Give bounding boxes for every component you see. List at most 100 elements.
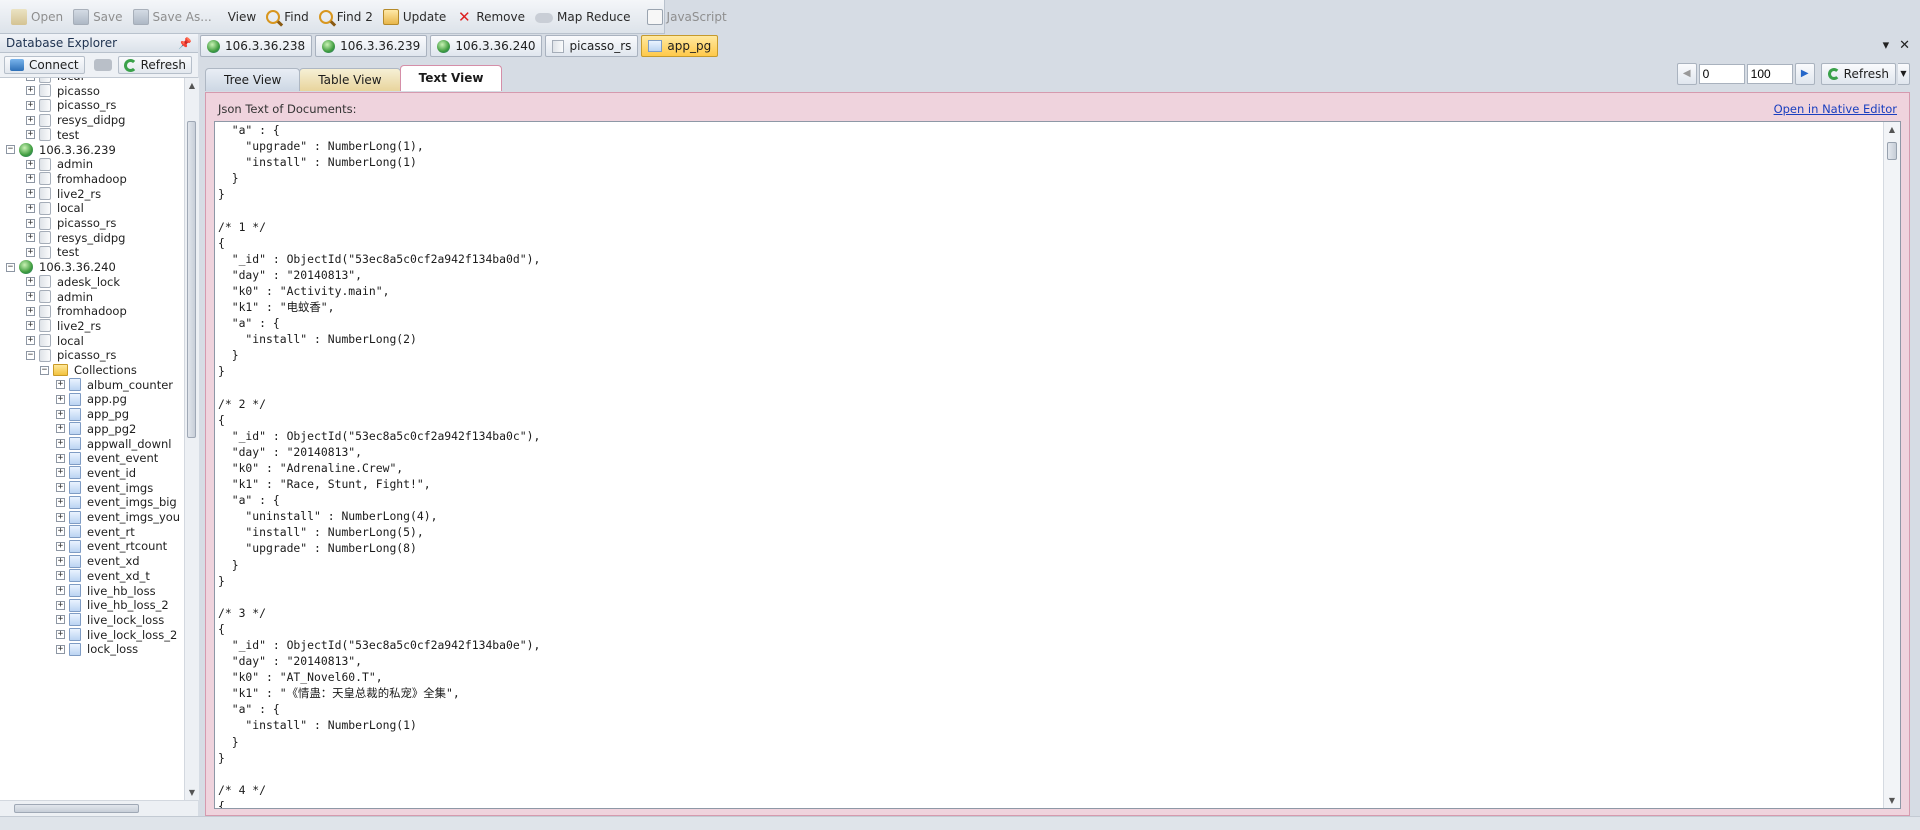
expand-icon[interactable]: + (56, 394, 65, 404)
save-as-icon (132, 8, 149, 25)
expand-icon[interactable]: + (26, 306, 35, 316)
disconnect-icon[interactable] (93, 59, 112, 71)
expand-icon[interactable]: + (26, 189, 35, 199)
prev-page-button[interactable]: ◀ (1676, 63, 1697, 85)
collapse-icon[interactable]: − (40, 365, 49, 375)
expand-icon[interactable]: + (26, 321, 35, 331)
javascript-button[interactable]: JavaScript (642, 5, 732, 29)
collapse-icon[interactable]: − (6, 145, 15, 154)
collection-table-icon (69, 451, 81, 465)
tree-vertical-scrollbar[interactable]: ▲ ▼ (184, 78, 199, 800)
tree-item-coll[interactable]: + lock_loss (56, 640, 138, 658)
tab-text-view[interactable]: Text View (399, 65, 503, 91)
explorer-refresh-button[interactable]: Refresh (117, 56, 192, 74)
expand-icon[interactable]: + (26, 86, 35, 96)
collection-table-icon (69, 554, 81, 568)
expand-icon[interactable]: + (56, 600, 65, 610)
find2-button[interactable]: Find 2 (314, 5, 378, 29)
expand-icon[interactable]: + (56, 571, 65, 581)
document-tab[interactable]: 106.3.36.240 (430, 35, 543, 57)
expand-icon[interactable]: + (26, 203, 35, 213)
expand-icon[interactable]: + (26, 277, 35, 287)
map-reduce-button[interactable]: Map Reduce (530, 5, 636, 29)
pin-icon[interactable]: 📌 (178, 37, 192, 50)
tab-table-view[interactable]: Table View (299, 68, 401, 91)
view-button[interactable]: View (223, 5, 261, 29)
expand-icon[interactable]: + (56, 556, 65, 566)
expand-icon[interactable]: + (56, 615, 65, 625)
expand-icon[interactable]: + (56, 512, 65, 522)
expand-icon[interactable]: + (56, 497, 65, 507)
expand-icon[interactable]: + (26, 218, 35, 228)
expand-icon[interactable]: + (56, 409, 65, 419)
expand-icon[interactable]: + (26, 336, 35, 346)
remove-button[interactable]: ✕ Remove (451, 5, 530, 29)
database-icon (39, 157, 51, 171)
tree-horizontal-scrollbar[interactable] (0, 800, 198, 817)
expand-icon[interactable]: + (56, 468, 65, 478)
open-label: Open (31, 9, 64, 24)
limit-input[interactable] (1746, 64, 1793, 84)
expand-icon[interactable]: + (56, 424, 65, 434)
skip-input[interactable] (1698, 64, 1745, 84)
expand-icon[interactable]: + (26, 159, 35, 169)
collection-table-icon (69, 584, 81, 597)
expand-icon[interactable]: + (26, 233, 35, 243)
json-text-editor[interactable]: "a" : { "upgrade" : NumberLong(1), "inst… (214, 121, 1901, 809)
document-tab[interactable]: picasso_rs (545, 35, 639, 57)
status-bar (0, 816, 1920, 830)
window-controls: ▾ ✕ (1883, 38, 1910, 53)
expand-icon[interactable]: + (56, 380, 65, 390)
expand-icon[interactable]: + (26, 174, 35, 184)
expand-icon[interactable]: + (56, 541, 65, 551)
expand-icon[interactable]: + (26, 100, 35, 110)
expand-icon[interactable]: + (56, 630, 65, 640)
expand-icon[interactable]: + (26, 247, 35, 257)
expand-icon[interactable]: + (56, 527, 65, 537)
refresh-button[interactable]: Refresh (1820, 63, 1896, 85)
document-tab[interactable]: 106.3.36.238 (200, 35, 313, 57)
save-as-button[interactable]: Save As... (128, 5, 217, 29)
database-icon (39, 245, 51, 259)
expand-icon[interactable]: + (56, 439, 65, 448)
expand-icon[interactable]: + (56, 453, 65, 463)
find-button[interactable]: Find (261, 5, 314, 29)
database-icon (39, 84, 51, 98)
close-icon[interactable]: ✕ (1899, 38, 1910, 53)
collapse-icon[interactable]: − (6, 262, 15, 272)
expand-icon[interactable]: + (26, 115, 35, 125)
expand-icon[interactable]: + (56, 483, 65, 493)
scroll-up-icon[interactable]: ▲ (185, 81, 199, 90)
expand-icon[interactable]: + (26, 78, 35, 81)
folder-open-icon (11, 8, 27, 25)
json-text-content[interactable]: "a" : { "upgrade" : NumberLong(1), "inst… (215, 122, 1900, 808)
connect-button[interactable]: Connect (4, 56, 85, 74)
tree-scroll-thumb[interactable] (187, 121, 196, 438)
tab-list-dropdown-icon[interactable]: ▾ (1883, 38, 1890, 53)
save-button[interactable]: Save (68, 5, 127, 29)
refresh-dropdown-icon[interactable]: ▼ (1898, 63, 1910, 85)
collection-table-icon (69, 422, 81, 436)
open-button[interactable]: Open (6, 5, 68, 29)
expand-icon[interactable]: + (56, 644, 65, 654)
database-icon (39, 172, 51, 186)
update-button[interactable]: Update (378, 5, 451, 29)
collapse-icon[interactable]: − (26, 350, 35, 360)
editor-vertical-scrollbar[interactable]: ▲ ▼ (1883, 122, 1900, 808)
next-page-button[interactable]: ▶ (1794, 63, 1815, 85)
tab-tree-view[interactable]: Tree View (205, 68, 301, 91)
document-tab[interactable]: 106.3.36.239 (315, 35, 428, 57)
update-label: Update (402, 9, 447, 24)
expand-icon[interactable]: + (26, 130, 35, 140)
expand-icon[interactable]: + (56, 586, 65, 595)
scroll-down-icon[interactable]: ▼ (1884, 796, 1900, 805)
document-tab[interactable]: app_pg (641, 35, 719, 57)
save-as-label: Save As... (152, 9, 212, 24)
scroll-down-icon[interactable]: ▼ (185, 788, 199, 797)
view-tabs: Tree View Table View Text View (205, 65, 503, 91)
open-native-editor-link[interactable]: Open in Native Editor (1774, 102, 1897, 116)
editor-scroll-thumb[interactable] (1887, 142, 1897, 160)
expand-icon[interactable]: + (26, 292, 35, 301)
tree-hscroll-thumb[interactable] (14, 804, 139, 813)
scroll-up-icon[interactable]: ▲ (1884, 125, 1900, 134)
